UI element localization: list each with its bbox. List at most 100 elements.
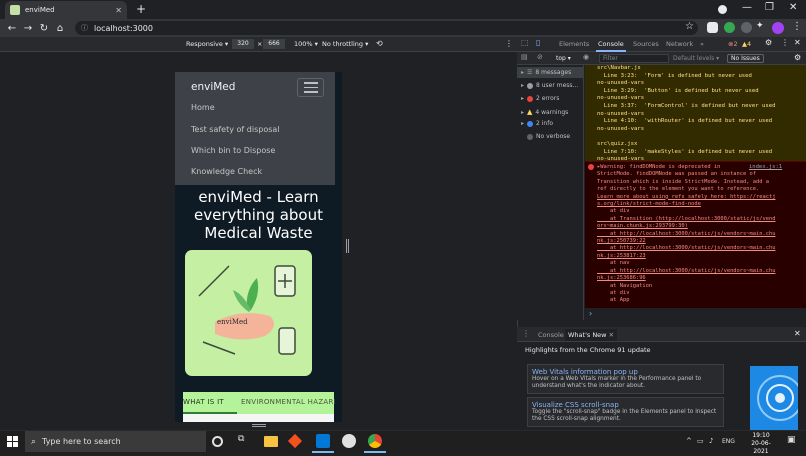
inspect-icon[interactable]: ⬚ <box>521 38 529 47</box>
close-window-button[interactable]: ✕ <box>789 2 797 13</box>
nav-link-knowledge-check[interactable]: Knowledge Check <box>191 167 262 176</box>
sidebar-item-info[interactable]: ▸ 2 info <box>521 120 553 127</box>
tab-what-is-it[interactable]: WHAT IS IT <box>183 398 224 406</box>
drawer-menu-icon[interactable]: ⋮ <box>522 329 530 338</box>
sidebar-toggle-icon[interactable]: ▤ <box>521 53 528 61</box>
tab-console[interactable]: Console <box>598 40 624 48</box>
nav-link-which-bin[interactable]: Which bin to Dispose <box>191 146 275 155</box>
resize-handle-right[interactable] <box>346 239 349 253</box>
info-icon[interactable]: ⓘ <box>81 23 88 33</box>
nav-link-test-safety[interactable]: Test safety of disposal <box>191 125 280 134</box>
file-explorer-icon[interactable] <box>264 436 278 447</box>
whats-new-card[interactable]: Visualize CSS scroll-snap Toggle the "sc… <box>527 397 724 427</box>
drawer-tab-whats-new[interactable]: What's New ✕ <box>565 329 618 341</box>
drawer-tab-console[interactable]: Console <box>538 331 564 339</box>
console-prompt[interactable]: › <box>589 309 592 318</box>
throttle-select[interactable]: No throttling ▾ <box>322 40 368 48</box>
tray-chevron-icon[interactable]: ^ <box>686 437 692 445</box>
hamburger-menu-icon[interactable] <box>297 78 324 97</box>
resize-handle-bottom[interactable] <box>252 424 266 427</box>
record-icon[interactable] <box>718 5 727 14</box>
puzzle-icon[interactable]: ✦ <box>756 21 764 31</box>
nav-link-home[interactable]: Home <box>191 103 215 112</box>
language-indicator[interactable]: ENG <box>722 438 735 445</box>
zoom-select[interactable]: 100% ▾ <box>294 40 318 48</box>
illustration-logo-text: enviMed <box>217 318 248 326</box>
home-icon[interactable]: ⌂ <box>52 23 68 34</box>
maximize-button[interactable]: ❐ <box>765 2 774 13</box>
device-toggle-icon[interactable]: ▯ <box>536 38 540 47</box>
error-line[interactable]: at http://localhost:3000/static/js/vendo… <box>597 245 802 252</box>
more-tabs-button[interactable]: » <box>700 40 704 48</box>
filter-input[interactable]: Filter <box>599 54 669 63</box>
battery-icon[interactable]: ▭ <box>697 437 704 445</box>
warning-count-badge[interactable]: ▲4 <box>742 40 751 48</box>
forward-icon[interactable]: → <box>20 23 36 34</box>
vscode-icon[interactable] <box>316 434 330 448</box>
avatar[interactable] <box>772 22 784 34</box>
extension-gray-icon[interactable] <box>741 22 752 33</box>
devtools-menu-icon[interactable]: ⋮ <box>781 38 789 47</box>
kebab-menu-icon[interactable]: ⋮ <box>792 21 802 32</box>
windows-start-icon[interactable] <box>7 436 18 447</box>
close-icon[interactable]: ✕ <box>115 6 122 15</box>
tab-environmental-hazard[interactable]: ENVIRONMENTAL HAZARD <box>241 398 339 406</box>
close-drawer-icon[interactable]: ✕ <box>794 329 801 338</box>
back-icon[interactable]: ← <box>4 23 20 34</box>
page-scrollbar[interactable] <box>335 72 342 422</box>
error-icon <box>527 95 534 102</box>
error-line[interactable]: Learn more about using refs safely here:… <box>597 194 802 201</box>
settings-gear-icon[interactable]: ⚙ <box>765 38 772 47</box>
notifications-icon[interactable]: ▣ <box>787 435 796 445</box>
height-input[interactable]: 666 <box>263 39 285 49</box>
browser-tab[interactable]: enviMed ✕ <box>5 1 127 19</box>
extension-icon[interactable] <box>707 22 718 33</box>
card-title[interactable]: Web Vitals information pop up <box>532 368 719 376</box>
warning-line: Line 7:10: 'makeStyles' is defined but n… <box>597 148 773 155</box>
task-view-icon[interactable]: ⧉ <box>238 434 252 448</box>
device-preset-select[interactable]: Responsive ▾ <box>186 40 228 48</box>
reload-icon[interactable]: ↻ <box>36 23 52 34</box>
device-menu-icon[interactable]: ⋮ <box>505 39 513 48</box>
clear-console-icon[interactable]: ⊘ <box>537 53 543 61</box>
log-levels-select[interactable]: Default levels ▾ <box>673 55 719 62</box>
error-line: ors~main.chunk.js:293799:30) <box>597 223 688 230</box>
taskbar-search[interactable]: ⌕ Type here to search <box>25 431 206 452</box>
close-devtools-icon[interactable]: ✕ <box>794 38 801 47</box>
sidebar-item-warnings[interactable]: ▸ ▲ 4 warnings <box>521 108 568 116</box>
error-count-badge[interactable]: ⊗2 <box>728 40 738 48</box>
whats-new-card[interactable]: Web Vitals information pop up Hover on a… <box>527 364 724 394</box>
tab-network[interactable]: Network <box>666 40 693 48</box>
eye-icon[interactable]: ◉ <box>583 53 589 61</box>
sidebar-item-verbose[interactable]: ▸ No verbose <box>521 133 570 140</box>
width-input[interactable]: 320 <box>232 39 254 49</box>
minimize-button[interactable]: — <box>742 2 752 13</box>
close-icon[interactable]: ✕ <box>609 331 614 339</box>
console-settings-icon[interactable]: ⚙ <box>794 53 801 62</box>
extension-green-icon[interactable] <box>724 22 735 33</box>
issues-button[interactable]: No Issues <box>727 54 764 63</box>
sidebar-item-messages[interactable]: ▸ ☰ 8 messages <box>521 69 571 76</box>
site-brand[interactable]: enviMed <box>191 81 235 93</box>
rotate-icon[interactable]: ⟲ <box>376 39 383 48</box>
volume-icon[interactable]: ♪ <box>709 437 713 445</box>
address-bar[interactable]: ⓘ localhost:3000 <box>75 21 698 35</box>
error-line: at App <box>597 297 630 304</box>
error-line[interactable]: at http://localhost:3000/static/js/vendo… <box>597 268 802 275</box>
cortana-icon[interactable] <box>212 436 223 447</box>
tab-elements[interactable]: Elements <box>559 40 589 48</box>
github-icon[interactable] <box>342 434 356 448</box>
card-title[interactable]: Visualize CSS scroll-snap <box>532 401 719 409</box>
error-line[interactable]: at http://localhost:3000/static/js/vendo… <box>597 231 802 238</box>
tab-sources[interactable]: Sources <box>633 40 659 48</box>
sidebar-item-user-messages[interactable]: ▸ 8 user mess... <box>521 82 578 89</box>
sidebar-item-errors[interactable]: ▸ 2 errors <box>521 95 559 102</box>
chrome-icon[interactable] <box>368 434 382 448</box>
bookmark-star-icon[interactable]: ☆ <box>685 21 694 32</box>
error-line[interactable]: at Transition (http://localhost:3000/sta… <box>597 216 802 223</box>
new-tab-button[interactable]: + <box>136 2 146 16</box>
context-select[interactable]: top ▾ <box>556 55 571 62</box>
taskbar-clock[interactable]: 19:10 20-06-2021 <box>745 432 777 456</box>
error-source-link[interactable]: index.js:1 <box>749 164 782 170</box>
console-sidebar <box>517 65 584 320</box>
